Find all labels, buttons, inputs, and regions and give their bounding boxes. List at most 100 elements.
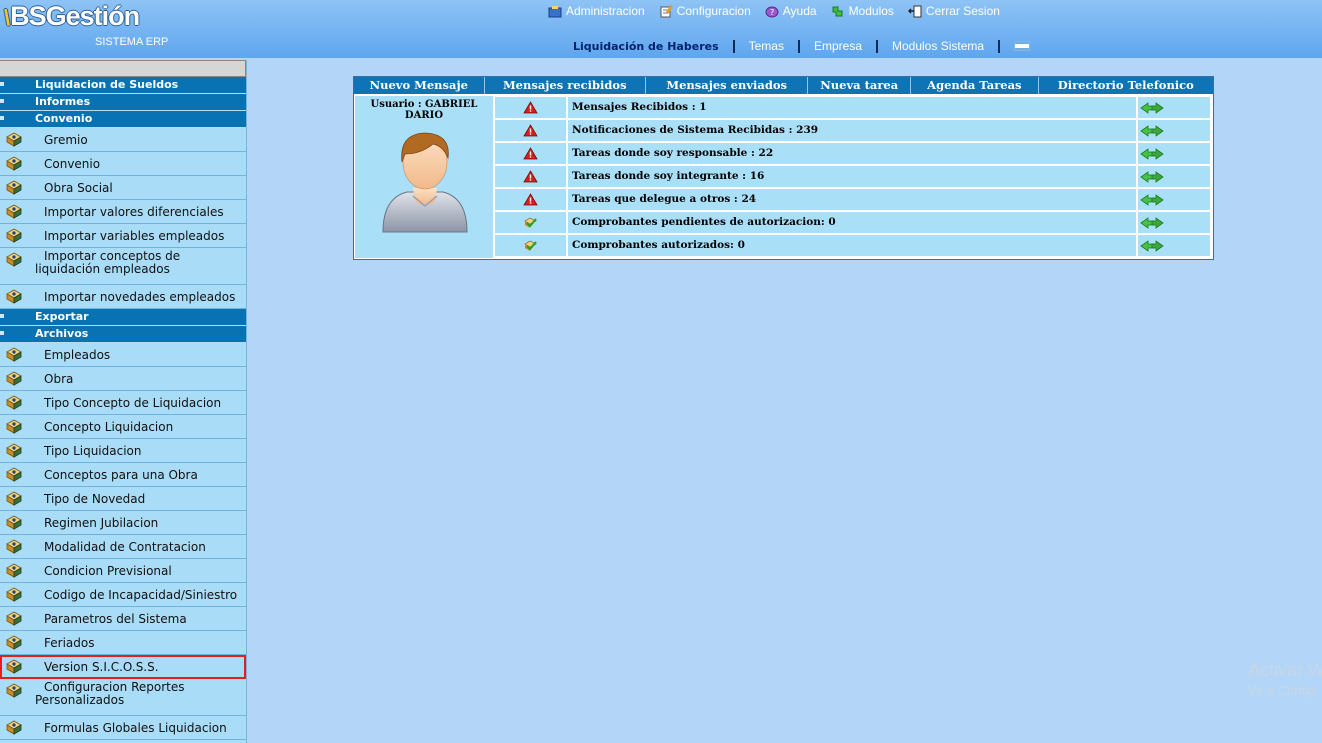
sidebar-item-convenio[interactable]: Convenio <box>0 152 246 176</box>
svg-text:?: ? <box>770 8 774 17</box>
warning-icon <box>495 120 566 141</box>
nav-ayuda[interactable]: ? Ayuda <box>765 3 817 19</box>
sidebar-item-obra[interactable]: Obra <box>0 367 246 391</box>
sidebar-item-label: Concepto Liquidacion <box>44 419 174 434</box>
open-details-icon[interactable] <box>1138 235 1210 256</box>
sidebar-item-condicion-previsional[interactable]: Condicion Previsional <box>0 559 246 583</box>
sidebar-item-label: Modalidad de Contratacion <box>44 539 206 554</box>
tab-nuevo-mensaje[interactable]: Nuevo Mensaje <box>354 77 485 94</box>
warning-icon <box>495 97 566 118</box>
sidebar-item-label: Importar valores diferenciales <box>44 204 224 219</box>
module-item-icon <box>6 515 22 530</box>
nav-separator <box>797 39 800 53</box>
sidebar-item-codigo-de-incapacidad-siniestro[interactable]: Codigo de Incapacidad/Siniestro <box>0 583 246 607</box>
summary-row: Comprobantes autorizados: 0 <box>495 235 1212 256</box>
module-item-icon <box>6 204 22 219</box>
open-details-icon[interactable] <box>1138 120 1210 141</box>
sidebar-item-importar-variables-empleados[interactable]: Importar variables empleados <box>0 224 246 248</box>
nav-administracion[interactable]: Administracion <box>548 3 645 19</box>
activation-watermark: Activar W Ve a Config <box>1248 660 1322 698</box>
summary-text: Tareas donde soy integrante : 16 <box>568 166 1136 187</box>
user-label: Usuario : GABRIEL DARIO <box>370 99 478 121</box>
check-icon <box>495 235 566 256</box>
nav-empresa[interactable]: Empresa <box>814 39 862 53</box>
sidebar-item-modalidad-de-contratacion[interactable]: Modalidad de Contratacion <box>0 535 246 559</box>
sidebar-item-label: Importar variables empleados <box>44 228 225 243</box>
module-item-icon <box>6 611 22 626</box>
summary-row: Mensajes Recibidos : 1 <box>495 97 1212 118</box>
section-bullet-icon <box>0 331 4 335</box>
warning-icon <box>495 166 566 187</box>
open-details-icon[interactable] <box>1138 97 1210 118</box>
sidebar-item-tipo-liquidacion[interactable]: Tipo Liquidacion <box>0 439 246 463</box>
sidebar-section-convenio[interactable]: Convenio <box>0 111 246 128</box>
module-item-icon <box>6 635 22 650</box>
sidebar-item-label: Condicion Previsional <box>44 563 172 578</box>
summary-row: Tareas donde soy integrante : 16 <box>495 166 1212 187</box>
sidebar-item-formulas-globales-liquidacion[interactable]: Formulas Globales Liquidacion <box>0 716 246 740</box>
sidebar-item-regimen-jubilacion[interactable]: Regimen Jubilacion <box>0 511 246 535</box>
logout-icon <box>907 5 922 18</box>
sidebar-item-configuracion-reportes-personalizados[interactable]: Configuracion Reportes Personalizados <box>0 679 246 716</box>
sidebar-item-importar-valores-diferenciales[interactable]: Importar valores diferenciales <box>0 200 246 224</box>
tab-mensajes-enviados[interactable]: Mensajes enviados <box>646 77 809 94</box>
summary-text: Mensajes Recibidos : 1 <box>568 97 1136 118</box>
sidebar-item-version-s-i-c-o-s-s[interactable]: Version S.I.C.O.S.S. <box>0 655 246 679</box>
sidebar-item-gremio[interactable]: Gremio <box>0 128 246 152</box>
sidebar-item-tipo-concepto-de-liquidacion[interactable]: Tipo Concepto de Liquidacion <box>0 391 246 415</box>
module-item-icon <box>6 371 22 386</box>
tab-agenda-tareas[interactable]: Agenda Tareas <box>911 77 1039 94</box>
open-details-icon[interactable] <box>1138 189 1210 210</box>
tab-nueva-tarea[interactable]: Nueva tarea <box>808 77 912 94</box>
module-item-icon <box>6 539 22 554</box>
summary-row: Tareas que delegue a otros : 24 <box>495 189 1212 210</box>
open-details-icon[interactable] <box>1138 212 1210 233</box>
module-item-icon <box>6 467 22 482</box>
module-item-icon <box>6 156 22 171</box>
sidebar-section-exportar[interactable]: Exportar <box>0 309 246 326</box>
language-flag-icon[interactable] <box>1014 41 1031 51</box>
sidebar-item-concepto-liquidacion[interactable]: Concepto Liquidacion <box>0 415 246 439</box>
sidebar-item-importar-conceptos-de-liquidacion-empleados[interactable]: Importar conceptos de liquidación emplea… <box>0 248 246 285</box>
module-item-icon <box>6 132 22 147</box>
brand-logo[interactable]: \BSGestión SISTEMA ERP <box>0 1 180 52</box>
section-bullet-icon <box>0 99 4 103</box>
open-details-icon[interactable] <box>1138 143 1210 164</box>
top-navigation: Administracion Configuracion ? Ayuda Mod… <box>548 3 1000 19</box>
brand-tagline: SISTEMA ERP <box>95 36 169 48</box>
panel-body: Usuario : GABRIEL DARIO Mensajes Recibid… <box>355 96 1212 259</box>
sidebar-item-conceptos-para-una-obra[interactable]: Conceptos para una Obra <box>0 463 246 487</box>
nav-modulos[interactable]: Modulos <box>831 3 894 19</box>
nav-temas[interactable]: Temas <box>749 39 784 53</box>
module-item-icon <box>6 419 22 434</box>
sidebar-item-empleados[interactable]: Empleados <box>0 343 246 367</box>
module-item-icon <box>6 720 22 735</box>
sidebar-item-label: Version S.I.C.O.S.S. <box>44 659 159 674</box>
nav-cerrar-sesion[interactable]: Cerrar Sesion <box>907 3 1000 19</box>
user-avatar <box>382 132 468 233</box>
tab-directorio-telefonico[interactable]: Directorio Telefonico <box>1039 77 1213 94</box>
check-icon <box>495 212 566 233</box>
sidebar-item-obra-social[interactable]: Obra Social <box>0 176 246 200</box>
nav-configuracion[interactable]: Configuracion <box>659 3 751 19</box>
summary-text: Tareas que delegue a otros : 24 <box>568 189 1136 210</box>
sidebar-section-archivos[interactable]: Archivos <box>0 326 246 343</box>
sidebar-item-label: Importar conceptos de liquidación emplea… <box>35 249 181 276</box>
tab-mensajes-recibidos[interactable]: Mensajes recibidos <box>485 77 646 94</box>
nav-separator <box>732 39 735 53</box>
summary-text: Comprobantes pendientes de autorizacion:… <box>568 212 1136 233</box>
module-item-icon <box>6 563 22 578</box>
sidebar-section-liquidacion[interactable]: Liquidacion de Sueldos <box>0 77 246 94</box>
section-bullet-icon <box>0 116 4 120</box>
nav-modulos-sistema[interactable]: Modulos Sistema <box>892 39 984 53</box>
open-details-icon[interactable] <box>1138 166 1210 187</box>
section-bullet-icon <box>0 314 4 318</box>
sidebar-item-label: Conceptos para una Obra <box>44 467 198 482</box>
help-icon: ? <box>765 5 779 18</box>
sidebar-item-importar-novedades-empleados[interactable]: Importar novedades empleados <box>0 285 246 309</box>
sidebar-item-tipo-de-novedad[interactable]: Tipo de Novedad <box>0 487 246 511</box>
sidebar-item-feriados[interactable]: Feriados <box>0 631 246 655</box>
module-item-icon <box>6 228 22 243</box>
sidebar-section-informes[interactable]: Informes <box>0 94 246 111</box>
sidebar-item-parametros-del-sistema[interactable]: Parametros del Sistema <box>0 607 246 631</box>
